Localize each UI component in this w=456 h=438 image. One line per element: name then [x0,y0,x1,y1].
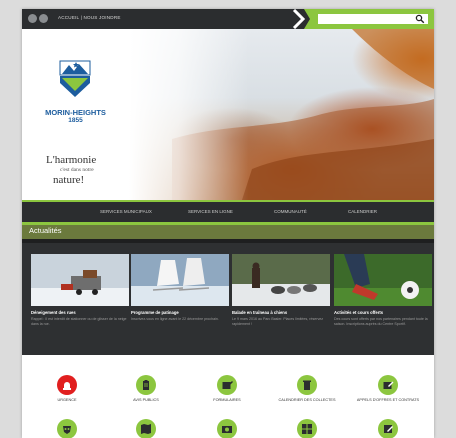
page: ACCUEIL | NOUS JOINDRE MORIN-HEIGHTS 185… [22,9,434,438]
top-bar: ACCUEIL | NOUS JOINDRE [22,9,434,29]
news-image-dogsled[interactable] [232,254,330,306]
contract-icon[interactable] [378,375,398,395]
chevron-right-icon [292,9,312,29]
main-nav: SERVICES MUNICIPAUX SERVICES EN LIGNE CO… [22,202,434,222]
quick-link[interactable] [353,419,423,438]
clipboard-icon[interactable] [136,375,156,395]
quick-link-formulaires[interactable]: FORMULAIRES [192,375,262,403]
map-icon[interactable] [136,419,156,438]
nav-item-services-en-ligne[interactable]: SERVICES EN LIGNE [188,202,233,222]
news-card-title[interactable]: Programme de patinage [131,310,229,315]
quick-link[interactable] [32,419,102,438]
form-icon[interactable] [217,375,237,395]
news-image-skates[interactable] [131,254,229,306]
news-card-text: Le 9 mars 2016 au Parc Basler. Places li… [232,317,324,326]
slogan-line-1: L'harmonie [46,154,97,166]
grid-icon[interactable] [297,419,317,438]
news-card-text: Rappel : Il est interdit de stationner o… [31,317,127,326]
search-bar [310,9,434,29]
social-icon-2[interactable] [39,14,48,23]
news-strip [22,239,434,243]
news-card[interactable]: Balade en traîneau à chiens Le 9 mars 20… [232,254,330,327]
nav-item-services-municipaux[interactable]: SERVICES MUNICIPAUX [100,202,152,222]
bin-icon[interactable] [297,375,317,395]
quick-link-label[interactable]: APPELS D'OFFRES ET CONTRATS [353,398,423,403]
mask-icon[interactable] [57,419,77,438]
news-heading: Actualités [29,226,62,235]
quick-link-calendrier-collectes[interactable]: CALENDRIER DES COLLECTES [272,375,342,403]
hero-banner: MORIN-HEIGHTS 1855 L'harmonie c'est dans… [22,29,434,200]
news-card-text: Des cours sont offerts par nos partenair… [334,317,428,326]
news-image-soccer[interactable] [334,254,432,306]
brand-year: 1855 [68,117,83,124]
quick-link-label[interactable]: CALENDRIER DES COLLECTES [272,398,342,403]
municipal-logo[interactable] [58,59,92,103]
slogan-line-2: c'est dans notre [60,167,94,173]
quick-links: URGENCE AVIS PUBLICS FORMULAIRES CALENDR… [22,355,434,438]
news-card[interactable]: Activités et cours offerts Des cours son… [334,254,432,327]
quick-link-appels-offres[interactable]: APPELS D'OFFRES ET CONTRATS [353,375,423,403]
note-icon[interactable] [378,419,398,438]
quick-link[interactable] [272,419,342,438]
news-header: Actualités [22,225,434,239]
brand-name: MORIN-HEIGHTS [45,108,106,117]
news-card-text: Inscrivez-vous en ligne avant le 22 déce… [131,317,219,321]
news-card-title[interactable]: Déneigement des rues [31,310,129,315]
quick-link[interactable] [192,419,262,438]
quick-link-label[interactable]: URGENCE [32,398,102,403]
search-icon[interactable] [415,14,425,24]
news-card-title[interactable]: Balade en traîneau à chiens [232,310,330,315]
news-card[interactable]: Programme de patinage Inscrivez-vous en … [131,254,229,322]
nav-item-calendrier[interactable]: CALENDRIER [348,202,377,222]
social-icon-1[interactable] [28,14,37,23]
news-section: Actualités Déneigement des rues Rappel :… [22,225,434,355]
search-input[interactable] [318,14,428,24]
slogan-line-3: nature! [53,174,85,186]
news-card-title[interactable]: Activités et cours offerts [334,310,432,315]
quick-link-avis-publics[interactable]: AVIS PUBLICS [111,375,181,403]
camera-icon[interactable] [217,419,237,438]
news-card[interactable]: Déneigement des rues Rappel : Il est int… [31,254,129,327]
quick-link[interactable] [111,419,181,438]
quick-link-label[interactable]: AVIS PUBLICS [111,398,181,403]
quick-link-label[interactable]: FORMULAIRES [192,398,262,403]
top-links[interactable]: ACCUEIL | NOUS JOINDRE [58,15,121,20]
quick-link-urgence[interactable]: URGENCE [32,375,102,403]
news-image-snowplow[interactable] [31,254,129,306]
nav-item-communaute[interactable]: COMMUNAUTÉ [274,202,307,222]
alarm-icon[interactable] [57,375,77,395]
